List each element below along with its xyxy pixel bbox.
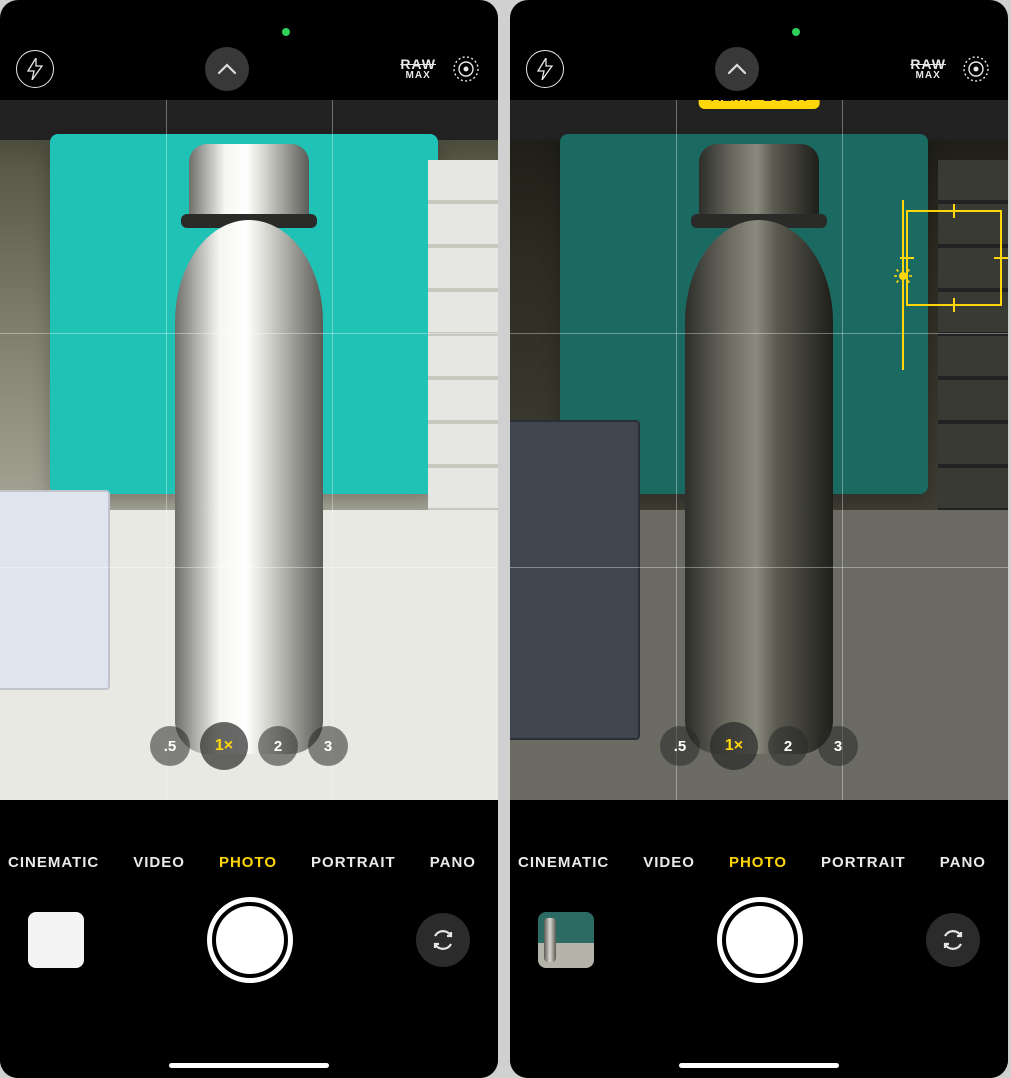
mode-portrait[interactable]: PORTRAIT <box>821 854 906 871</box>
live-photo-toggle[interactable] <box>450 53 482 85</box>
zoom-2x[interactable]: 2 <box>258 726 298 766</box>
raw-toggle[interactable]: RAW MAX <box>910 58 946 80</box>
camera-screen-left: RAW MAX .5 1× <box>0 0 498 1078</box>
live-photo-toggle[interactable] <box>960 53 992 85</box>
top-controls: RAW MAX <box>510 40 1008 100</box>
camera-settings-chevron[interactable] <box>205 47 249 91</box>
raw-label-bottom: MAX <box>916 71 941 80</box>
mode-photo[interactable]: PHOTO <box>729 854 787 871</box>
zoom-0-5x[interactable]: .5 <box>660 726 700 766</box>
camera-settings-chevron[interactable] <box>715 47 759 91</box>
ae-af-lock-badge: AE/AF LOCK <box>699 100 820 109</box>
shutter-button[interactable] <box>207 897 293 983</box>
subject-bottle <box>669 144 849 754</box>
status-bar <box>510 0 1008 40</box>
raw-toggle[interactable]: RAW MAX <box>400 58 436 80</box>
last-photo-thumbnail[interactable] <box>28 912 84 968</box>
switch-camera-button[interactable] <box>416 913 470 967</box>
mode-selector[interactable]: CINEMATIC VIDEO PHOTO PORTRAIT PANO <box>510 840 1008 875</box>
viewfinder[interactable]: .5 1× 2 3 <box>0 100 498 800</box>
viewfinder[interactable]: AE/AF LOCK <box>510 100 1008 800</box>
privacy-indicator-dot <box>282 28 290 36</box>
zoom-controls: .5 1× 2 3 <box>660 722 858 770</box>
mode-video[interactable]: VIDEO <box>643 854 695 871</box>
home-indicator[interactable] <box>679 1063 839 1068</box>
home-indicator[interactable] <box>169 1063 329 1068</box>
bottom-controls: CINEMATIC VIDEO PHOTO PORTRAIT PANO <box>510 840 1008 1078</box>
top-controls: RAW MAX <box>0 40 498 100</box>
mode-portrait[interactable]: PORTRAIT <box>311 854 396 871</box>
zoom-controls: .5 1× 2 3 <box>150 722 348 770</box>
zoom-3x[interactable]: 3 <box>818 726 858 766</box>
raw-label-top: RAW <box>400 58 436 71</box>
zoom-1x[interactable]: 1× <box>200 722 248 770</box>
privacy-indicator-dot <box>792 28 800 36</box>
mode-pano[interactable]: PANO <box>430 854 476 871</box>
subject-bottle <box>159 144 339 754</box>
flash-button[interactable] <box>526 50 564 88</box>
mode-selector[interactable]: CINEMATIC VIDEO PHOTO PORTRAIT PANO <box>0 840 498 875</box>
shutter-button[interactable] <box>717 897 803 983</box>
status-bar <box>0 0 498 40</box>
zoom-3x[interactable]: 3 <box>308 726 348 766</box>
exposure-slider[interactable] <box>902 200 904 370</box>
zoom-2x[interactable]: 2 <box>768 726 808 766</box>
mode-video[interactable]: VIDEO <box>133 854 185 871</box>
switch-camera-button[interactable] <box>926 913 980 967</box>
raw-label-bottom: MAX <box>406 71 431 80</box>
focus-reticle[interactable] <box>906 210 1002 306</box>
camera-screen-right: RAW MAX AE/AF LOCK <box>510 0 1008 1078</box>
flash-button[interactable] <box>16 50 54 88</box>
zoom-0-5x[interactable]: .5 <box>150 726 190 766</box>
last-photo-thumbnail[interactable] <box>538 912 594 968</box>
mode-cinematic[interactable]: CINEMATIC <box>518 854 609 871</box>
bottom-controls: CINEMATIC VIDEO PHOTO PORTRAIT PANO <box>0 840 498 1078</box>
raw-label-top: RAW <box>910 58 946 71</box>
mode-cinematic[interactable]: CINEMATIC <box>8 854 99 871</box>
mode-photo[interactable]: PHOTO <box>219 854 277 871</box>
mode-pano[interactable]: PANO <box>940 854 986 871</box>
zoom-1x[interactable]: 1× <box>710 722 758 770</box>
